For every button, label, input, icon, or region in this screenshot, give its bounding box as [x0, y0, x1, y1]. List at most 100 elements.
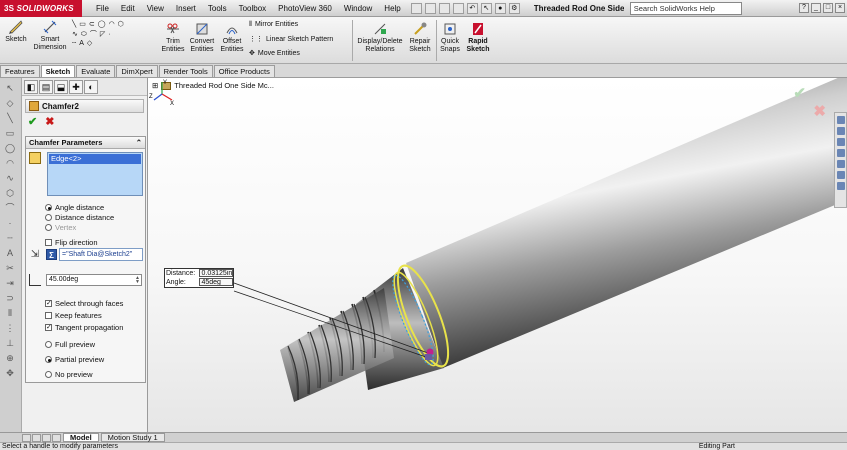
partial-preview-radio[interactable]: Partial preview	[45, 355, 104, 364]
file-explorer-tab-icon[interactable]	[837, 138, 845, 146]
smart-dimension-button[interactable]: Smart Dimension	[31, 19, 69, 52]
angle-distance-radio[interactable]: Angle distance	[45, 203, 104, 212]
rod-shaft[interactable]	[406, 78, 847, 368]
design-library-tab-icon[interactable]	[837, 127, 845, 135]
menu-insert[interactable]: Insert	[170, 4, 202, 13]
spline-tool-icon[interactable]: ∿	[72, 30, 78, 39]
minimize-icon[interactable]: _	[811, 3, 821, 13]
selected-edge[interactable]: Edge<2>	[49, 154, 141, 164]
print-icon[interactable]	[452, 2, 464, 14]
display-delete-relations-button[interactable]: Display/Delete Relations	[355, 21, 405, 54]
menu-window[interactable]: Window	[338, 4, 378, 13]
repair-sketch-button[interactable]: Repair Sketch	[406, 21, 434, 54]
dimxpert-manager-tab-icon[interactable]: ✚	[69, 80, 83, 94]
circle-tool-icon[interactable]: ◯	[98, 20, 106, 29]
restore-icon[interactable]: □	[823, 3, 833, 13]
arc-tool-icon[interactable]: ◠	[109, 20, 115, 29]
confirmation-corner-cancel-icon[interactable]: ✖	[813, 102, 826, 120]
ellipse-tool-icon[interactable]: ⬭	[81, 30, 87, 39]
tab-sketch[interactable]: Sketch	[40, 65, 76, 77]
first-tab-icon[interactable]	[22, 433, 31, 442]
threaded-rod-model[interactable]	[148, 78, 847, 432]
callout-angle-value[interactable]: 45deg	[199, 278, 233, 286]
tab-features[interactable]: Features	[0, 65, 40, 77]
menu-file[interactable]: File	[90, 4, 115, 13]
collapse-icon[interactable]: ⌃	[136, 137, 142, 148]
trim-side-icon[interactable]: ✂	[4, 263, 16, 273]
feature-manager-tab-icon[interactable]: ◧	[24, 80, 38, 94]
snaps-side-icon[interactable]: ⊕	[4, 353, 16, 363]
edge-selection-box[interactable]: Edge<2>	[47, 152, 143, 196]
line-tool-icon[interactable]: ╲	[72, 20, 76, 29]
point-side-icon[interactable]: ·	[4, 218, 16, 228]
text-tool-icon[interactable]: A	[79, 39, 84, 48]
search-help-input[interactable]: Search SolidWorks Help	[629, 1, 742, 15]
no-preview-radio[interactable]: No preview	[45, 370, 93, 379]
tab-model[interactable]: Model	[63, 433, 99, 442]
move-side-icon[interactable]: ✥	[4, 368, 16, 378]
line-side-icon[interactable]: ╲	[4, 113, 16, 123]
polygon-side-icon[interactable]: ⬡	[4, 188, 16, 198]
angle-input[interactable]: 45.00deg ▲ ▼	[46, 274, 142, 286]
slot-tool-icon[interactable]: ⊂	[89, 20, 95, 29]
undo-icon[interactable]: ↶	[466, 2, 478, 14]
linear-sketch-pattern-button[interactable]: ⋮⋮ Linear Sketch Pattern	[249, 35, 349, 45]
options-icon[interactable]: ⚙	[508, 2, 520, 14]
close-icon[interactable]: ×	[835, 3, 845, 13]
fillet-side-icon[interactable]: ⌒	[4, 203, 16, 213]
chamfer-parameters-header[interactable]: Chamfer Parameters ⌃	[26, 137, 145, 149]
fillet-tool-icon[interactable]: ⌒	[90, 30, 97, 39]
tangent-propagation-checkbox[interactable]: ✓ Tangent propagation	[45, 323, 123, 332]
quick-snaps-button[interactable]: Quick Snaps	[438, 21, 462, 54]
solidworks-logo[interactable]: 3S SOLIDWORKS	[0, 0, 82, 17]
toolbox-tab-icon[interactable]	[837, 182, 845, 190]
rebuild-icon[interactable]: ●	[494, 2, 506, 14]
select-tool-icon[interactable]: ↖	[4, 83, 16, 93]
display-manager-tab-icon[interactable]: ◐	[84, 80, 98, 94]
last-tab-icon[interactable]	[52, 433, 61, 442]
chamfer-tool-icon[interactable]: ◸	[100, 30, 105, 39]
previous-tab-icon[interactable]	[32, 433, 41, 442]
sketch-button[interactable]: Sketch	[3, 19, 29, 44]
tab-motion-study-1[interactable]: Motion Study 1	[100, 433, 165, 442]
resources-tab-icon[interactable]	[837, 116, 845, 124]
rectangle-tool-icon[interactable]: ▭	[79, 20, 86, 29]
distance-input[interactable]: ="Shaft Dia@Sketch2"	[59, 248, 143, 261]
select-icon[interactable]: ↖	[480, 2, 492, 14]
ok-check-icon[interactable]: ✔	[28, 115, 37, 128]
menu-tools[interactable]: Tools	[202, 4, 233, 13]
centerline-tool-icon[interactable]: ┄	[72, 39, 76, 48]
text-side-icon[interactable]: A	[4, 248, 16, 258]
menu-toolbox[interactable]: Toolbox	[233, 4, 273, 13]
distance-distance-radio[interactable]: Distance distance	[45, 213, 114, 222]
save-icon[interactable]	[438, 2, 450, 14]
keep-features-checkbox[interactable]: Keep features	[45, 311, 102, 320]
convert-entities-button[interactable]: Convert Entities	[188, 21, 216, 54]
open-file-icon[interactable]	[424, 2, 436, 14]
callout-distance-value[interactable]: 0.03125in	[199, 269, 233, 277]
offset-side-icon[interactable]: ⊃	[4, 293, 16, 303]
trim-entities-button[interactable]: Trim Entities	[158, 21, 188, 54]
pattern-side-icon[interactable]: ⋮	[4, 323, 16, 333]
relations-side-icon[interactable]: ⊥	[4, 338, 16, 348]
extend-side-icon[interactable]: ⇥	[4, 278, 16, 288]
mirror-side-icon[interactable]: ⫴	[4, 308, 16, 318]
tab-office-products[interactable]: Office Products	[213, 65, 275, 77]
view-palette-tab-icon[interactable]	[837, 149, 845, 157]
spline-side-icon[interactable]: ∿	[4, 173, 16, 183]
point-tool-icon[interactable]: ·	[108, 30, 110, 39]
full-preview-radio[interactable]: Full preview	[45, 340, 95, 349]
select-through-faces-checkbox[interactable]: ✓ Select through faces	[45, 299, 123, 308]
offset-entities-button[interactable]: Offset Entities	[218, 21, 246, 54]
plane-tool-icon[interactable]: ◇	[87, 39, 92, 48]
new-file-icon[interactable]	[410, 2, 422, 14]
menu-view[interactable]: View	[141, 4, 170, 13]
equation-sigma-icon[interactable]: Σ	[46, 249, 57, 260]
circle-side-icon[interactable]: ◯	[4, 143, 16, 153]
confirmation-corner-ok-icon[interactable]: ✔	[793, 84, 806, 102]
configuration-manager-tab-icon[interactable]: ⬓	[54, 80, 68, 94]
cancel-x-icon[interactable]: ✖	[45, 115, 54, 128]
tab-dimxpert[interactable]: DimXpert	[116, 65, 158, 77]
move-entities-button[interactable]: ✥ Move Entities	[249, 49, 349, 59]
polygon-tool-icon[interactable]: ⬡	[118, 20, 124, 29]
